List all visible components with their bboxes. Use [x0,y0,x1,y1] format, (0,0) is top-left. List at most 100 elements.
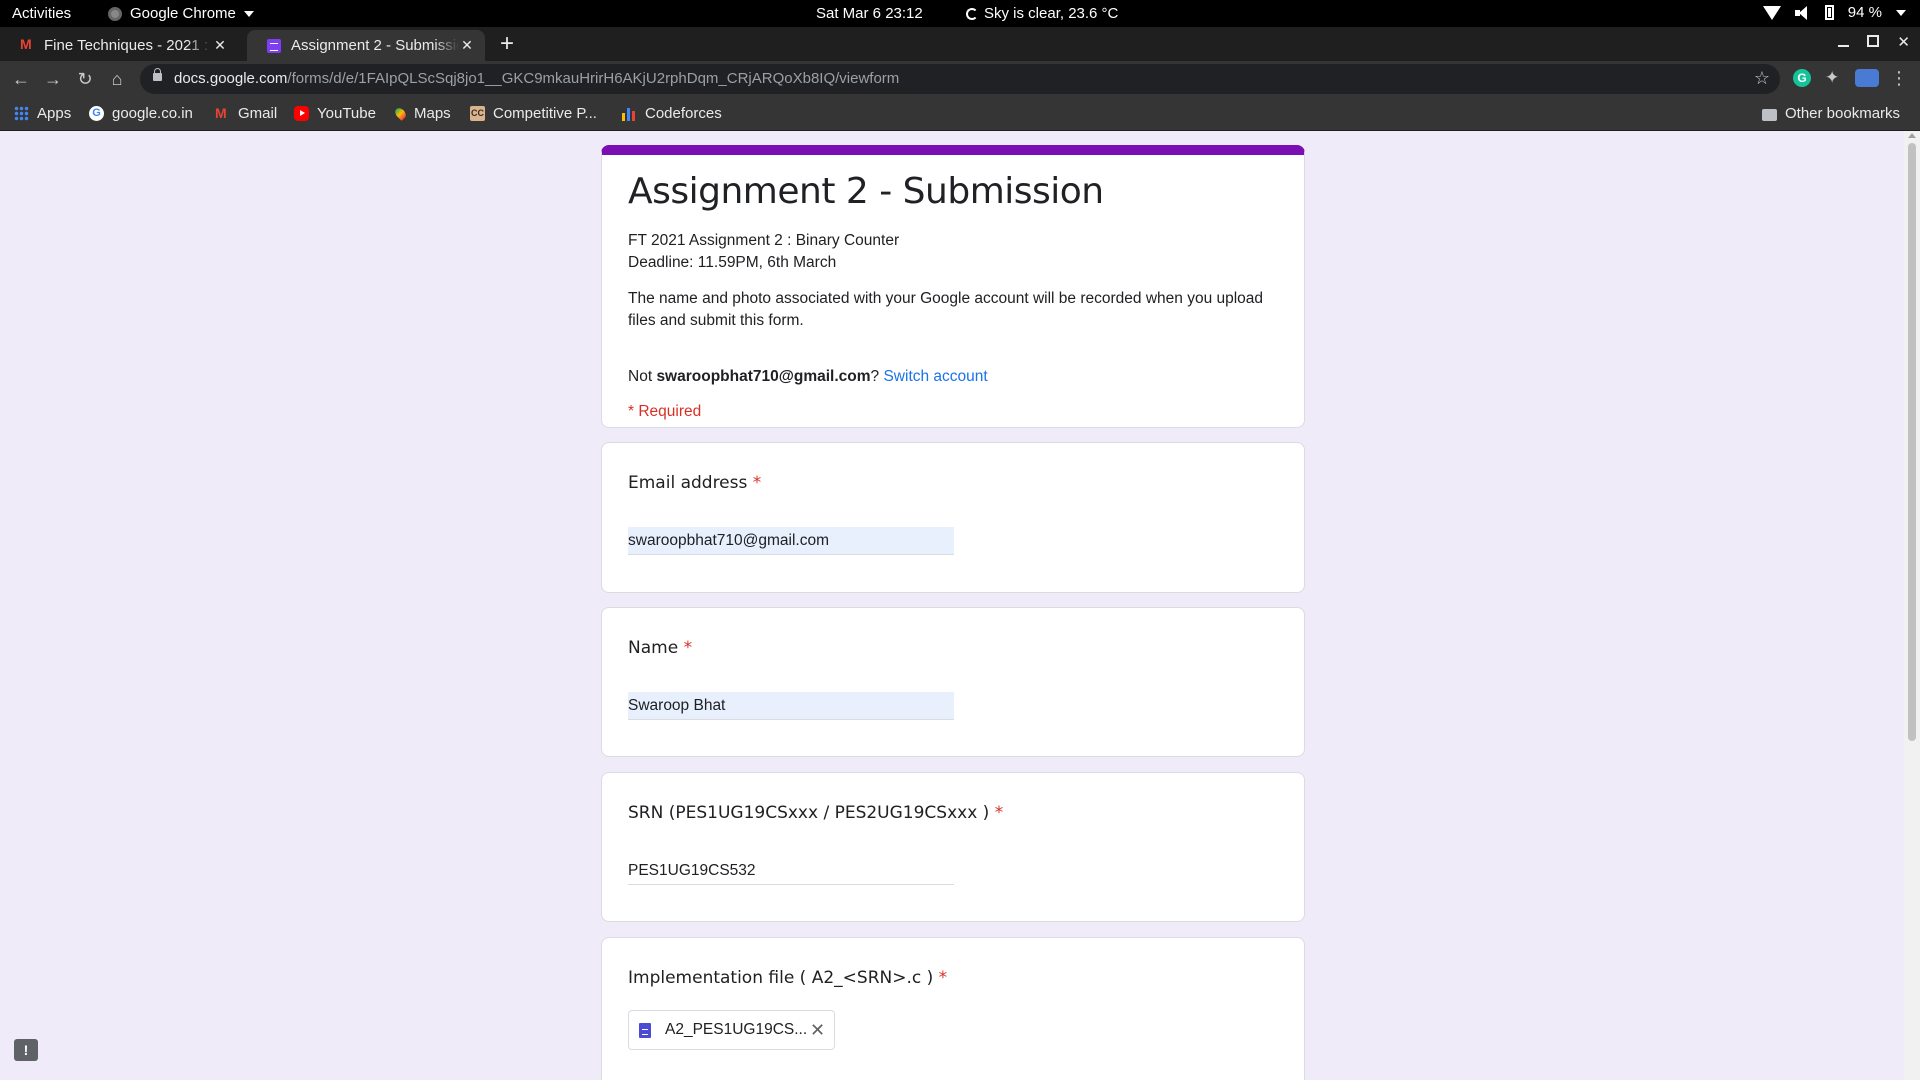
browser-toolbar: ← → ↻ ⌂ docs.google.com/forms/d/e/1FAIpQ… [0,61,1920,97]
bookmark-label: YouTube [317,105,376,122]
tab-fine-techniques[interactable]: Fine Techniques - 2021 : A ✕ [0,30,238,61]
close-icon[interactable]: ✕ [212,37,228,54]
extensions-puzzle-icon[interactable]: ✦ [1825,69,1843,87]
tab-title: Assignment 2 - Submission [291,37,459,54]
bookmarks-bar: Apps G google.co.in M Gmail YouTube Maps… [0,97,1920,131]
required-note: * Required [628,403,702,420]
account-line: Not swaroopbhat710@gmail.com? Switch acc… [628,368,988,386]
required-asterisk: * [752,473,762,493]
other-bookmarks[interactable]: Other bookmarks [1762,105,1900,122]
bookmark-label: Maps [414,105,451,122]
required-asterisk: * [938,968,948,988]
question-label: Email address * [628,473,761,493]
description-line: Deadline: 11.59PM, 6th March [628,254,837,271]
apps-grid-icon [14,106,29,121]
system-tray[interactable]: 94 % [1762,4,1906,21]
maximize-icon[interactable] [1867,35,1880,47]
back-arrow-icon[interactable]: ← [11,69,31,89]
bookmark-label: Other bookmarks [1785,105,1901,122]
question-label: Implementation file ( A2_<SRN>.c ) * [628,968,947,988]
chevron-down-icon [243,10,254,17]
chrome-icon [108,6,122,21]
moon-icon [966,7,978,20]
required-asterisk: * [994,803,1004,823]
window-controls: ✕ [1838,33,1910,51]
description-line: FT 2021 Assignment 2 : Binary Counter [628,232,900,249]
app-menu[interactable]: Google Chrome [108,5,254,22]
battery-icon [1824,5,1834,20]
kebab-menu-icon[interactable]: ⋮ [1890,69,1908,87]
report-feedback-icon[interactable]: ! [14,1039,38,1061]
bookmark-codeforces[interactable]: Codeforces [622,105,722,122]
home-icon[interactable]: ⌂ [107,69,127,89]
form-title: Assignment 2 - Submission [628,171,1104,212]
scrollbar-thumb[interactable] [1908,143,1916,741]
not-prefix: Not [628,368,657,385]
bar-red [632,111,635,121]
question-label: Name * [628,638,692,658]
bookmark-label: Competitive P... [493,105,597,122]
cc-icon: CC [470,106,485,121]
bookmark-maps[interactable]: Maps [393,105,451,122]
remove-file-icon[interactable]: ✕ [810,1020,825,1041]
url-host: docs.google.com [174,70,288,87]
not-suffix: ? [870,368,880,385]
tab-title: Fine Techniques - 2021 : A [44,37,212,54]
bookmark-google[interactable]: G google.co.in [89,105,193,122]
bookmark-star-icon[interactable]: ☆ [1754,68,1770,89]
forward-arrow-icon[interactable]: → [43,69,63,89]
bookmark-label: google.co.in [112,105,193,122]
minimize-icon[interactable] [1838,33,1850,47]
tab-assignment-submission[interactable]: Assignment 2 - Submission ✕ [247,30,485,61]
chevron-down-icon [1896,9,1906,16]
weather-text: Sky is clear, 23.6 °C [984,5,1119,22]
uploaded-file-chip[interactable]: A2_PES1UG19CS... ✕ [628,1010,835,1050]
account-notice: The name and photo associated with your … [628,290,1264,329]
grammarly-extension-icon[interactable]: G [1793,69,1811,87]
document-icon [639,1022,651,1038]
lock-icon[interactable] [153,68,162,81]
bookmark-competitive[interactable]: CC Competitive P... [470,105,597,122]
new-tab-button[interactable]: + [500,30,514,58]
reload-icon[interactable]: ↻ [75,69,95,89]
app-name: Google Chrome [130,5,236,22]
bookmark-label: Gmail [238,105,278,122]
system-top-bar: Activities Google Chrome Sat Mar 6 23:12… [0,0,1920,27]
scroll-up-arrow-icon[interactable] [1908,133,1916,138]
wifi-icon [1762,5,1781,20]
question-implementation-file: Implementation file ( A2_<SRN>.c ) * A2_… [601,937,1305,1080]
name-field[interactable]: Swaroop Bhat [628,692,954,720]
gmail-icon [20,36,34,53]
close-window-icon[interactable]: ✕ [1897,33,1910,51]
account-email: swaroopbhat710@gmail.com [656,368,871,385]
codeforces-icon [622,106,637,121]
address-bar[interactable]: docs.google.com/forms/d/e/1FAIpQLScSqj8j… [140,64,1780,94]
email-field[interactable]: swaroopbhat710@gmail.com [628,527,954,555]
bar-blue [627,108,630,121]
label-text: Name [628,638,679,658]
label-text: Email address [628,473,748,493]
form-description: FT 2021 Assignment 2 : Binary Counter De… [628,230,899,274]
bookmark-label: Codeforces [645,105,722,122]
forms-icon [267,38,281,53]
question-email: Email address * swaroopbhat710@gmail.com [601,442,1305,593]
url-text: docs.google.com/forms/d/e/1FAIpQLScSqj8j… [174,70,899,87]
battery-percent: 94 % [1847,4,1882,21]
question-srn: SRN (PES1UG19CSxxx / PES2UG19CSxxx ) * P… [601,772,1305,922]
question-label: SRN (PES1UG19CSxxx / PES2UG19CSxxx ) * [628,803,1003,823]
clock[interactable]: Sat Mar 6 23:12 [816,5,923,22]
gmail-icon: M [215,105,227,121]
bookmark-youtube[interactable]: YouTube [294,105,376,122]
switch-account-link[interactable]: Switch account [883,368,987,385]
srn-field[interactable]: PES1UG19CS532 [628,857,954,885]
close-icon[interactable]: ✕ [459,37,475,54]
bookmark-gmail[interactable]: M Gmail [215,105,277,122]
file-name: A2_PES1UG19CS... [665,1021,808,1038]
page-scrollbar[interactable] [1904,131,1920,1080]
required-asterisk: * [683,638,693,658]
maps-pin-icon [393,106,408,121]
profile-avatar[interactable] [1855,69,1879,87]
weather-indicator[interactable]: Sky is clear, 23.6 °C [966,5,1118,22]
activities-button[interactable]: Activities [12,5,71,22]
bookmark-apps[interactable]: Apps [14,105,71,122]
